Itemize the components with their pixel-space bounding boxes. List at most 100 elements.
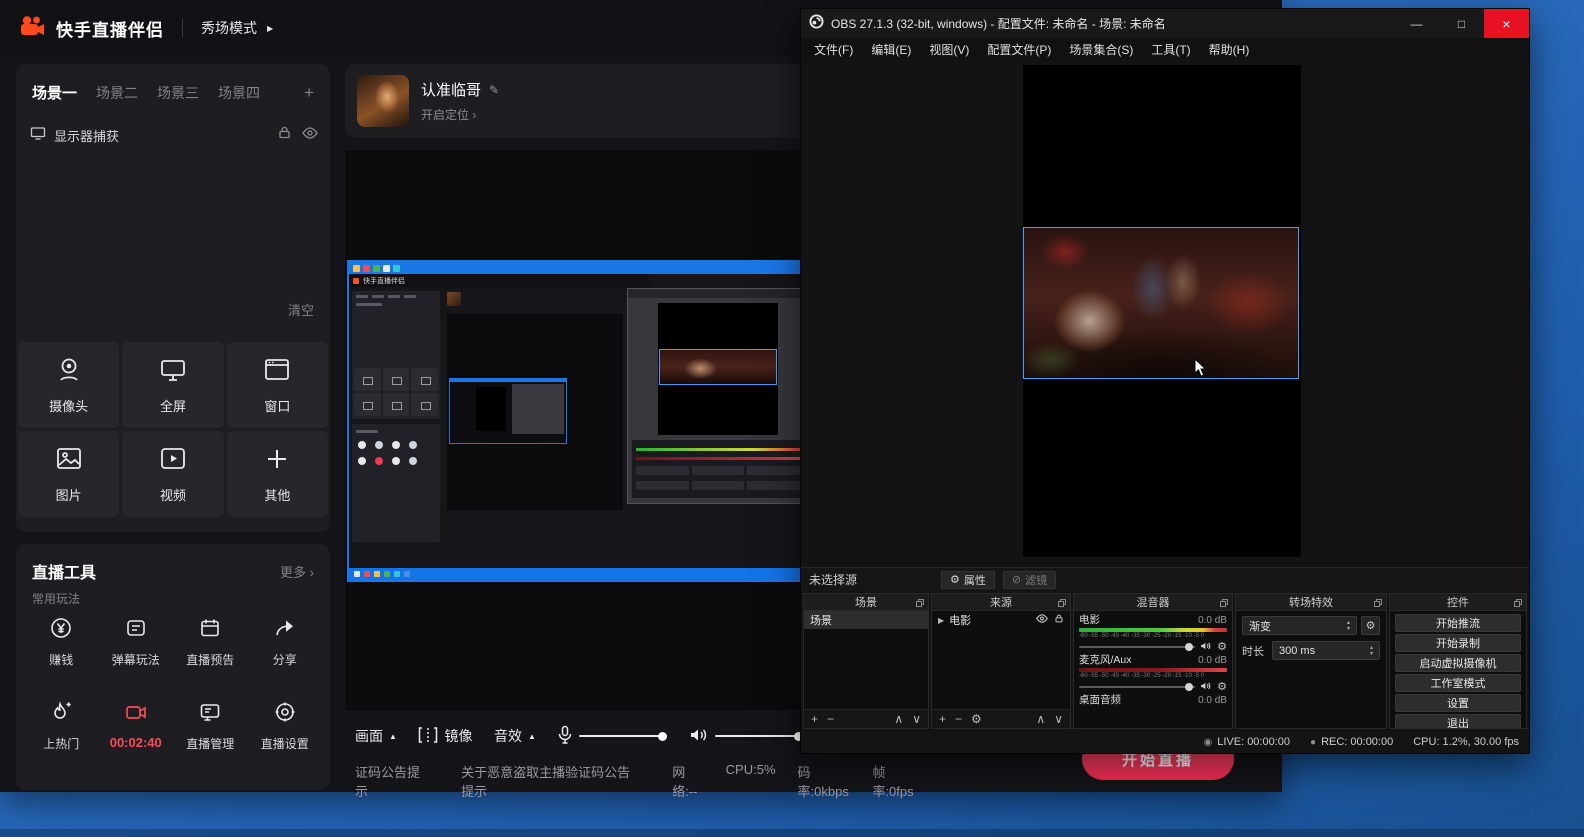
eye-icon[interactable]	[302, 126, 318, 144]
settings-button[interactable]: 设置	[1395, 694, 1521, 712]
menu-scene-collection[interactable]: 场景集合(S)	[1060, 38, 1142, 62]
exit-button[interactable]: 退出	[1395, 714, 1521, 728]
trending-tool[interactable]: 上热门	[24, 700, 99, 764]
virtual-camera-button[interactable]: 启动虚拟摄像机	[1395, 654, 1521, 672]
clear-sources-button[interactable]: 清空	[288, 300, 314, 319]
transitions-dock-header[interactable]: 转场特效	[1236, 594, 1386, 611]
share-tool[interactable]: 分享	[248, 616, 323, 680]
menu-edit[interactable]: 编辑(E)	[862, 38, 920, 62]
scene-list-item[interactable]: 场景	[804, 611, 928, 629]
channel-gear-icon[interactable]: ⚙	[1217, 642, 1227, 653]
add-camera-button[interactable]: 摄像头	[18, 342, 119, 428]
add-window-button[interactable]: 窗口	[227, 342, 328, 428]
add-scene-icon[interactable]: +	[811, 712, 818, 726]
remove-source-icon[interactable]: −	[955, 712, 962, 726]
source-properties-gear-icon[interactable]: ⚙	[971, 712, 982, 726]
duration-spinner[interactable]: 300 ms ▴▾	[1272, 641, 1380, 660]
properties-button[interactable]: ⚙ 属性	[941, 571, 995, 589]
share-icon	[273, 616, 297, 643]
mini-obs-window	[627, 288, 809, 504]
danmaku-tool[interactable]: 弹幕玩法	[99, 616, 174, 680]
earn-money-tool[interactable]: 赚钱	[24, 616, 99, 680]
kuaishou-logo-icon	[18, 14, 46, 43]
edit-pencil-icon[interactable]: ✎	[489, 83, 499, 97]
menu-profile[interactable]: 配置文件(P)	[978, 38, 1060, 62]
spin-down-icon[interactable]: ▾	[1370, 651, 1373, 657]
add-fullscreen-button[interactable]: 全屏	[122, 342, 223, 428]
mic-volume[interactable]	[557, 725, 667, 748]
live-preview-tool[interactable]: 直播预告	[173, 616, 248, 680]
scene-tab-1[interactable]: 场景一	[32, 82, 77, 103]
audio-menu-button[interactable]: 音效 ▲	[494, 726, 536, 746]
scene-down-icon[interactable]: ∨	[912, 712, 921, 726]
transition-select[interactable]: 渐变 ▴▾	[1242, 616, 1357, 635]
maximize-icon[interactable]: □	[1439, 9, 1484, 38]
source-up-icon[interactable]: ∧	[1036, 712, 1045, 726]
studio-mode-button[interactable]: 工作室模式	[1395, 674, 1521, 692]
tile-label: 摄像头	[49, 396, 88, 415]
menu-file[interactable]: 文件(F)	[805, 38, 862, 62]
filters-button[interactable]: ⊘ 滤镜	[1003, 571, 1056, 589]
add-other-button[interactable]: 其他	[227, 431, 328, 517]
lock-icon[interactable]	[277, 125, 292, 145]
minimize-icon[interactable]: —	[1394, 9, 1439, 38]
notice-link-1[interactable]: 证码公告提示	[355, 762, 425, 800]
live-settings-tool[interactable]: 直播设置	[248, 700, 323, 764]
movie-source-preview[interactable]	[1023, 227, 1299, 379]
mode-switcher[interactable]: 秀场模式	[201, 18, 257, 38]
sources-dock-toolbar: + − ⚙ ∧ ∨	[932, 709, 1070, 728]
transition-gear-icon[interactable]: ⚙	[1361, 616, 1380, 635]
obs-preview-area	[801, 62, 1529, 567]
add-scene-icon[interactable]: +	[304, 83, 314, 103]
scene-up-icon[interactable]: ∧	[894, 712, 903, 726]
meter-scale: -60 -55 -50 -45 -40 -35 -30 -25 -20 -15 …	[1079, 632, 1217, 640]
source-eye-icon[interactable]	[1036, 614, 1048, 626]
titlebar-divider	[182, 19, 183, 37]
start-recording-button[interactable]: 开始录制	[1395, 634, 1521, 652]
screen-menu-button[interactable]: 画面 ▲	[355, 726, 397, 746]
sources-dock-header[interactable]: 来源	[932, 594, 1070, 611]
record-timer-tool[interactable]: 00:02:40	[99, 700, 174, 764]
speaker-slider[interactable]	[715, 735, 803, 737]
mirror-button[interactable]: 镜像	[418, 726, 472, 746]
mini-icon	[393, 265, 400, 272]
tile-label: 图片	[56, 485, 82, 504]
add-image-button[interactable]: 图片	[18, 431, 119, 517]
spin-down-icon[interactable]: ▾	[1347, 626, 1350, 632]
desktop-bottom-strip	[0, 829, 1584, 837]
volume-slider[interactable]	[1079, 646, 1195, 648]
volume-slider[interactable]	[1079, 686, 1195, 688]
channel-gear-icon[interactable]: ⚙	[1217, 682, 1227, 693]
dock-float-icon	[1058, 598, 1066, 610]
close-icon[interactable]: ×	[1484, 9, 1529, 38]
menu-help[interactable]: 帮助(H)	[1200, 38, 1259, 62]
scene-tab-2[interactable]: 场景二	[96, 83, 138, 103]
menu-tools[interactable]: 工具(T)	[1142, 38, 1199, 62]
scene-tab-4[interactable]: 场景四	[218, 83, 260, 103]
tool-label: 分享	[273, 651, 297, 668]
scene-tab-3[interactable]: 场景三	[157, 83, 199, 103]
source-list-item[interactable]: 显示器捕获	[30, 120, 318, 150]
source-lock-icon[interactable]	[1054, 613, 1064, 627]
source-list-item[interactable]: ▶ 电影	[932, 611, 1070, 629]
remove-scene-icon[interactable]: −	[827, 712, 834, 726]
location-toggle[interactable]: 开启定位 ›	[421, 106, 499, 123]
mode-caret-icon[interactable]: ▶	[267, 24, 273, 33]
notice-link-2[interactable]: 关于恶意盗取主播验证码公告提示	[461, 762, 636, 800]
controls-dock-header[interactable]: 控件	[1390, 594, 1526, 611]
source-down-icon[interactable]: ∨	[1054, 712, 1063, 726]
start-streaming-button[interactable]: 开始推流	[1395, 614, 1521, 632]
menu-view[interactable]: 视图(V)	[920, 38, 978, 62]
obs-titlebar[interactable]: OBS 27.1.3 (32-bit, windows) - 配置文件: 未命名…	[801, 9, 1529, 38]
speaker-volume[interactable]	[689, 727, 803, 746]
add-video-button[interactable]: 视频	[122, 431, 223, 517]
mixer-dock-header[interactable]: 混音器	[1074, 594, 1232, 611]
rec-status: ● REC: 00:00:00	[1310, 736, 1393, 748]
cpu-fps-status: CPU: 1.2%, 30.00 fps	[1413, 736, 1519, 748]
bitrate-stat: 码率:0kbps	[798, 762, 851, 800]
more-tools-link[interactable]: 更多 ›	[280, 562, 314, 581]
mic-slider[interactable]	[579, 735, 667, 737]
live-manage-tool[interactable]: 直播管理	[173, 700, 248, 764]
add-source-icon[interactable]: +	[939, 712, 946, 726]
scenes-dock-header[interactable]: 场景	[804, 594, 928, 611]
